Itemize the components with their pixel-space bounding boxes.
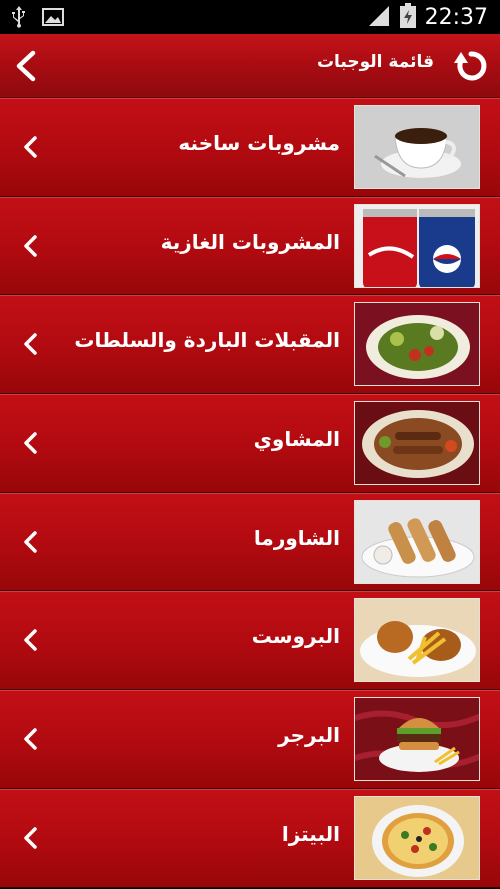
list-item[interactable]: البرجر bbox=[0, 690, 500, 789]
chevron-left-icon bbox=[24, 136, 37, 158]
list-item[interactable]: المقبلات الباردة والسلطات bbox=[0, 295, 500, 395]
list-item-label: البروست bbox=[251, 624, 340, 649]
grill-platter-image bbox=[354, 401, 480, 486]
list-item[interactable]: المشروبات الغازية bbox=[0, 196, 500, 296]
refresh-button[interactable] bbox=[450, 46, 490, 86]
fried-chicken-image bbox=[354, 598, 480, 683]
list-item[interactable]: البروست bbox=[0, 591, 500, 691]
chevron-left-icon bbox=[16, 50, 36, 82]
image-icon bbox=[42, 7, 64, 31]
page-title: قائمة الوجبات bbox=[316, 52, 434, 72]
status-bar: 22:37 bbox=[0, 0, 500, 34]
chevron-left-icon bbox=[24, 728, 37, 750]
list-item-label: الشاورما bbox=[253, 525, 340, 550]
menu-list: مشروبات ساخنه المشروبات الغازية المقبلات… bbox=[0, 98, 500, 888]
pizza-image bbox=[354, 795, 480, 880]
list-item-label: البرجر bbox=[278, 723, 340, 748]
soda-cans-image bbox=[354, 203, 480, 288]
refresh-icon bbox=[454, 51, 487, 81]
clock: 22:37 bbox=[424, 5, 488, 30]
action-bar: قائمة الوجبات bbox=[0, 34, 500, 98]
coffee-cup-image bbox=[354, 105, 480, 189]
chevron-left-icon bbox=[24, 234, 37, 257]
list-item[interactable]: البيتزا bbox=[0, 788, 500, 888]
chevron-left-icon bbox=[24, 827, 37, 849]
battery-icon bbox=[399, 3, 417, 33]
burger-image bbox=[354, 697, 480, 782]
shawarma-rolls-image bbox=[354, 499, 480, 584]
usb-icon bbox=[10, 5, 28, 33]
list-item[interactable]: مشروبات ساخنه bbox=[0, 98, 500, 197]
list-item-label: المقبلات الباردة والسلطات bbox=[74, 328, 340, 353]
list-item-label: البيتزا bbox=[281, 821, 340, 846]
list-item-label: المشاوي bbox=[253, 427, 340, 452]
list-item[interactable]: الشاورما bbox=[0, 492, 500, 592]
list-item-label: المشروبات الغازية bbox=[160, 229, 340, 254]
chevron-left-icon bbox=[24, 333, 37, 356]
signal-icon bbox=[367, 4, 391, 32]
salad-plate-image bbox=[354, 302, 480, 387]
list-item[interactable]: المشاوي bbox=[0, 394, 500, 493]
chevron-left-icon bbox=[24, 629, 37, 652]
chevron-left-icon bbox=[24, 432, 37, 454]
chevron-left-icon bbox=[24, 531, 37, 553]
back-button[interactable] bbox=[8, 46, 48, 86]
list-item-label: مشروبات ساخنه bbox=[178, 131, 340, 155]
